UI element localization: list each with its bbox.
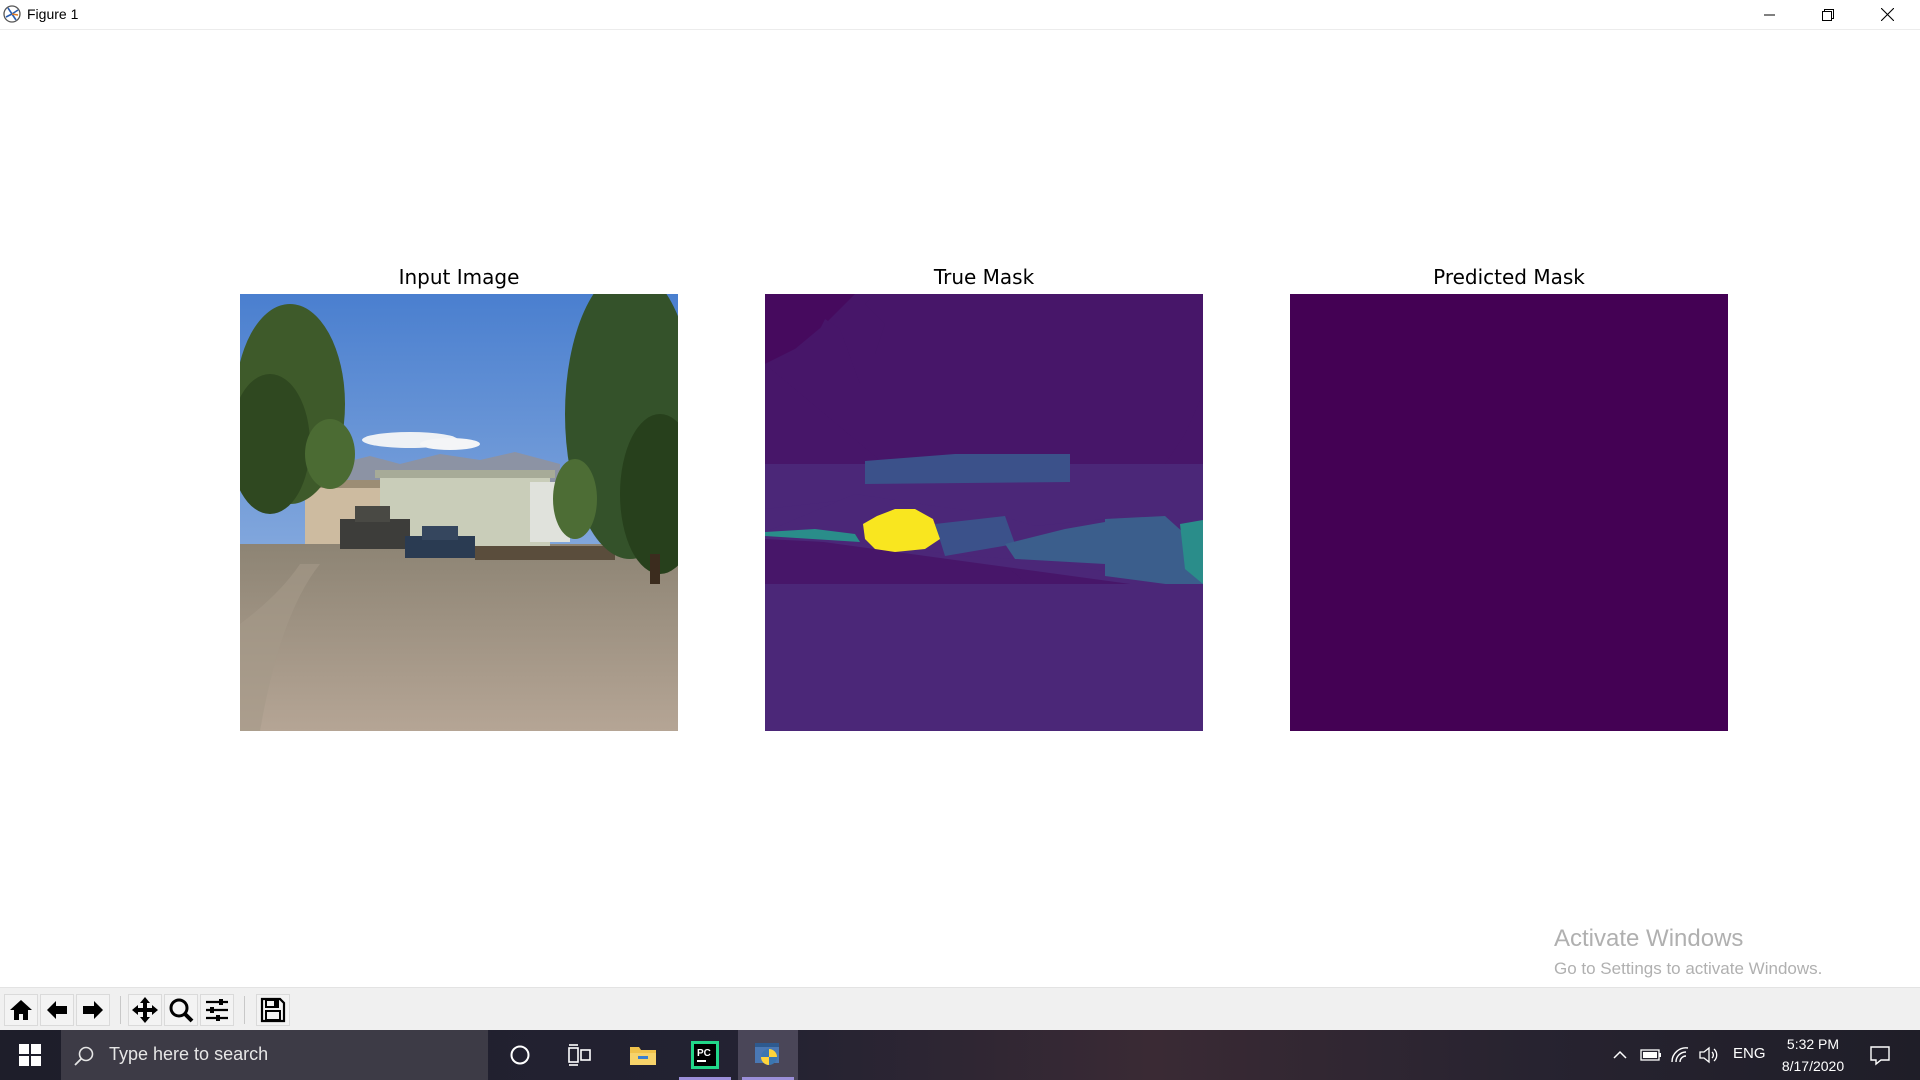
pycharm-button[interactable]: PC [675,1030,735,1080]
window-titlebar: Figure 1 [0,0,1920,30]
minimize-icon [1764,14,1775,15]
file-explorer-icon [630,1047,656,1065]
activate-windows-subtitle: Go to Settings to activate Windows. [1554,959,1823,978]
search-icon [74,1046,94,1066]
home-button[interactable] [4,994,38,1026]
python-button[interactable] [738,1030,798,1080]
action-center-button[interactable] [1850,1030,1910,1080]
true-mask-image [765,294,1203,731]
back-button[interactable] [40,994,74,1026]
windows-logo-icon [19,1044,41,1066]
task-view-icon [568,1044,591,1066]
zoom-button[interactable] [164,994,198,1026]
file-explorer-button[interactable] [613,1030,673,1080]
activate-windows-title: Activate Windows [1554,925,1744,952]
pan-button[interactable] [128,994,162,1026]
svg-text:PC: PC [697,1048,711,1059]
forward-icon [83,1001,103,1019]
subplot-title-predicted-mask: Predicted Mask [1433,265,1585,289]
toolbar-separator [244,996,245,1024]
home-icon [10,1000,32,1020]
forward-button[interactable] [76,994,110,1026]
volume-icon[interactable] [1698,1046,1718,1064]
close-button[interactable] [1858,0,1916,29]
save-button[interactable] [256,994,290,1026]
system-clock[interactable]: 5:32 PM 8/17/2020 [1768,1033,1858,1077]
search-placeholder: Type here to search [109,1044,269,1064]
subplot-title-input: Input Image [398,265,520,289]
taskbar-search-box[interactable]: Type here to search [61,1030,488,1080]
cortana-button[interactable] [490,1030,550,1080]
start-button[interactable] [0,1030,60,1080]
network-icon[interactable] [1670,1046,1690,1064]
clock-date: 8/17/2020 [1781,1058,1845,1074]
restore-icon [1822,8,1834,21]
notifications-icon [1870,1046,1890,1066]
pan-icon [132,997,158,1023]
minimize-button[interactable] [1741,0,1799,29]
input-image [240,294,678,731]
save-icon [260,997,286,1023]
zoom-icon [169,998,194,1023]
language-indicator[interactable]: ENG [1733,1045,1766,1062]
pycharm-icon: PC [691,1041,719,1069]
configure-subplots-icon [206,999,228,1021]
window-title: Figure 1 [27,6,79,22]
battery-icon[interactable] [1640,1047,1662,1063]
back-icon [47,1001,67,1019]
toolbar-separator [120,996,121,1024]
predicted-mask-image [1290,294,1728,731]
configure-subplots-button[interactable] [200,994,234,1026]
windows-taskbar: Type here to search PC ENG 5:32 PM 8/17/… [0,1030,1920,1080]
clock-time: 5:32 PM [1786,1036,1840,1052]
subplot-title-true-mask: True Mask [933,265,1035,289]
close-icon [1880,8,1894,21]
restore-button[interactable] [1799,0,1857,29]
task-view-button[interactable] [550,1030,610,1080]
cortana-icon [510,1045,530,1065]
matplotlib-app-icon [3,5,21,23]
chevron-up-icon[interactable] [1612,1048,1628,1062]
navigation-toolbar [0,987,1920,1032]
python-icon [755,1043,779,1065]
